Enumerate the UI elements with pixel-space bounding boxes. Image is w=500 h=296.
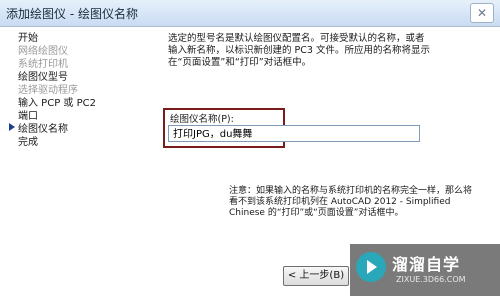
nav-item-network-plotter: 网络绘图仪 — [18, 46, 68, 57]
nav-item-finish: 完成 — [18, 137, 38, 148]
plotter-name-input[interactable]: 打印JPG，du舞舞 — [168, 125, 420, 142]
nav-item-start: 开始 — [18, 33, 38, 44]
back-button[interactable]: < 上一步(B) — [283, 266, 349, 286]
nav-item-import-pcp: 输入 PCP 或 PC2 — [18, 98, 96, 109]
window-title: 添加绘图仪 - 绘图仪名称 — [6, 7, 138, 21]
nav-item-port: 端口 — [18, 111, 38, 122]
plotter-name-label: 绘图仪名称(P): — [170, 114, 234, 125]
title-bar: 添加绘图仪 - 绘图仪名称 ✕ — [0, 0, 500, 27]
nav-item-system-printer: 系统打印机 — [18, 59, 68, 70]
note-text: 注意：如果输入的名称与系统打印机的名称完全一样，那么将看不到该系统打印机列在 A… — [229, 186, 473, 218]
close-button[interactable]: ✕ — [470, 3, 494, 23]
play-icon — [367, 260, 377, 274]
nav-item-select-driver: 选择驱动程序 — [18, 85, 78, 96]
current-step-arrow-icon — [9, 123, 15, 131]
description-text: 选定的型号名是默认绘图仪配置名。可接受默认的名称，或者输入新名称，以标识新创建的… — [168, 33, 430, 68]
nav-item-plotter-name: 绘图仪名称 — [18, 124, 68, 135]
watermark-title: 溜溜自学 — [392, 255, 461, 274]
wizard-nav: 开始 网络绘图仪 系统打印机 绘图仪型号 选择驱动程序 输入 PCP 或 PC2… — [18, 32, 158, 149]
watermark: 溜溜自学 ZIXUE.3D66.COM — [350, 244, 500, 296]
watermark-subtitle: ZIXUE.3D66.COM — [396, 275, 466, 284]
nav-item-plotter-model: 绘图仪型号 — [18, 72, 68, 83]
